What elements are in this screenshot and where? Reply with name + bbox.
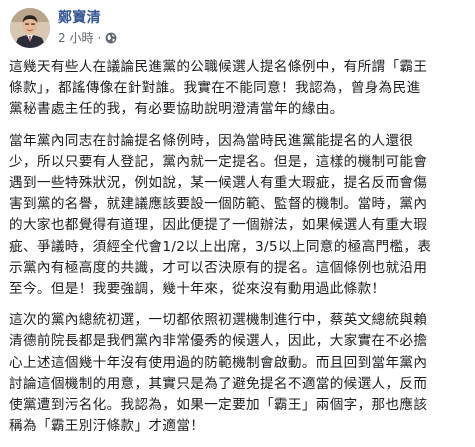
text-line: 心上述這個幾十年沒有使用過的防範機制會啟動。而且回到當年黨內 xyxy=(9,354,428,371)
post-timestamp-row: 2 小時 · xyxy=(58,30,117,46)
text-line: 疵、爭議時，須經全代會1/2以上出席，3/5以上同意的極高門檻，表 xyxy=(9,238,432,255)
post-paragraph: 這幾天有些人在議論民進黨的公職候選人提名條例中，有所謂「霸王 條款」，都謠傳像在… xyxy=(9,57,471,121)
facebook-post: 鄭寶清 2 小時 · 這幾天有些人在議論民進黨的公職候選人提名條例中，有所謂「霸… xyxy=(0,0,475,434)
text-line: 當年黨內同志在討論提名條例時，因為當時民進黨能提名的人還很 xyxy=(9,132,414,149)
avatar-portrait-icon xyxy=(10,8,50,48)
text-line: 這次的黨內總統初選，一切都依照初選機制進行中，蔡英文總統與賴 xyxy=(9,312,428,329)
post-body: 這幾天有些人在議論民進黨的公職候選人提名條例中，有所謂「霸王 條款」，都謠傳像在… xyxy=(9,57,471,447)
text-line: 少，所以只要有人登記，黨內就一定提名。但是，這樣的機制可能會 xyxy=(9,153,428,170)
post-paragraph: 這次的黨內總統初選，一切都依照初選機制進行中，蔡英文總統與賴 清德前院長都是我們… xyxy=(9,310,471,437)
author-name[interactable]: 鄭寶清 xyxy=(58,9,117,27)
post-paragraph: 當年黨內同志在討論提名條例時，因為當時民進黨能提名的人還很 少，所以只要有人登記… xyxy=(9,131,471,301)
text-line: 清德前院長都是我們黨內非常優秀的候選人，因此，大家實在不必擔 xyxy=(9,333,428,350)
text-line: 這幾天有些人在議論民進黨的公職候選人提名條例中，有所謂「霸王 xyxy=(9,59,428,75)
text-line: 至今。但是！我要強調，幾十年來，從來沒有動用過此條款！ xyxy=(9,281,386,298)
separator-dot: · xyxy=(97,31,102,45)
text-line: 條款」，都謠傳像在針對誰。我實在不能同意！我認為，曾身為民進 xyxy=(9,80,421,97)
text-line: 害到黨的名譽，就建議應該要設一個防範、監督的機制。當時，黨內 xyxy=(9,196,428,213)
text-line: 稱為「霸王別汙條款」才適當！ xyxy=(9,418,205,435)
text-line: 示黨內有極高度的共識，才可以否決原有的提名。這個條例也就沿用 xyxy=(9,259,428,276)
globe-icon[interactable] xyxy=(105,32,117,44)
text-line: 使黨遭到污名化。我認為，如果一定要加「霸王」兩個字，那也應該 xyxy=(9,397,428,414)
post-header: 鄭寶清 2 小時 · xyxy=(0,0,475,56)
text-line: 討論這個機制的用意，其實只是為了避免提名不適當的候選人，反而 xyxy=(9,375,428,392)
post-time[interactable]: 2 小時 xyxy=(58,30,93,46)
post-meta: 鄭寶清 2 小時 · xyxy=(58,8,117,46)
author-avatar[interactable] xyxy=(10,8,50,48)
text-line: 的大家也都覺得有道理，因此便提了一個辦法，如果候選人有重大瑕 xyxy=(9,217,428,234)
text-line: 遇到一些特殊狀況，例如說，某一候選人有重大瑕疵，提名反而會傷 xyxy=(9,175,428,192)
text-line: 黨秘書處主任的我，有必要協助說明澄清當年的緣由。 xyxy=(9,101,344,118)
